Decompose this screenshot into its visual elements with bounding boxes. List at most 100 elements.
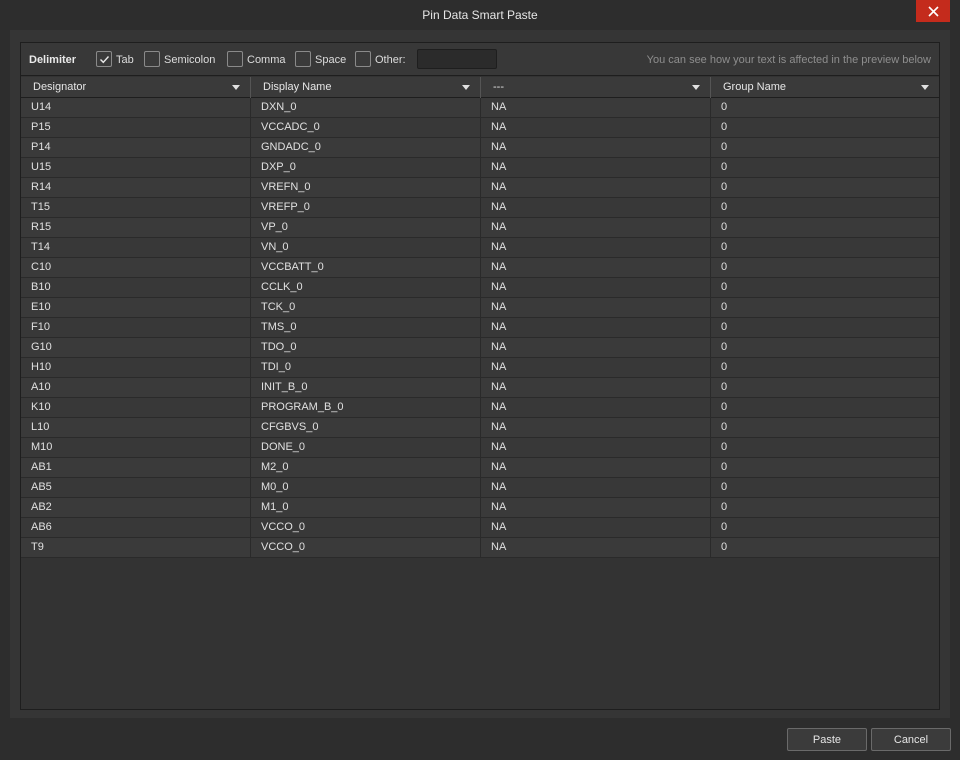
cancel-button[interactable]: Cancel — [871, 728, 951, 751]
table-row[interactable]: H10 TDI_0 NA 0 — [21, 358, 939, 378]
table-row[interactable]: L10 CFGBVS_0 NA 0 — [21, 418, 939, 438]
column-header-unassigned[interactable]: --- — [481, 77, 711, 98]
table-cell: C10 — [21, 258, 251, 278]
table-row[interactable]: T14 VN_0 NA 0 — [21, 238, 939, 258]
table-cell: DXP_0 — [251, 158, 481, 178]
checkbox-other[interactable] — [355, 51, 371, 67]
table-row[interactable]: P14 GNDADC_0 NA 0 — [21, 138, 939, 158]
table-cell: 0 — [721, 401, 728, 413]
checkbox-semicolon[interactable] — [144, 51, 160, 67]
table-cell: U15 — [21, 158, 251, 178]
table-cell: NA — [481, 358, 711, 378]
table-cell: F10 — [21, 318, 251, 338]
close-button[interactable] — [916, 0, 950, 22]
table-cell: INIT_B_0 — [251, 378, 481, 398]
table-cell: PROGRAM_B_0 — [251, 398, 481, 418]
table-cell: VP_0 — [251, 218, 481, 238]
checkbox-comma[interactable] — [227, 51, 243, 67]
paste-button[interactable]: Paste — [787, 728, 867, 751]
table-row[interactable]: R14 VREFN_0 NA 0 — [21, 178, 939, 198]
table-cell: 0 — [721, 501, 728, 513]
table-cell: 0 — [721, 141, 728, 153]
table-row[interactable]: K10 PROGRAM_B_0 NA 0 — [21, 398, 939, 418]
table-row[interactable]: G10 TDO_0 NA 0 — [21, 338, 939, 358]
table-row[interactable]: B10 CCLK_0 NA 0 — [21, 278, 939, 298]
table-cell: 0 — [721, 541, 728, 553]
table-cell: H10 — [21, 358, 251, 378]
table-cell: A10 — [21, 378, 251, 398]
table-row[interactable]: E10 TCK_0 NA 0 — [21, 298, 939, 318]
grid-body: U14 DXN_0 NA 0 P15 VCCADC_0 NA 0 P14 GNDADC_0 NA 0 U… — [21, 98, 939, 558]
table-cell: B10 — [21, 278, 251, 298]
table-cell: M1_0 — [251, 498, 481, 518]
table-cell: AB2 — [21, 498, 251, 518]
table-cell: T14 — [21, 238, 251, 258]
table-cell: NA — [481, 318, 711, 338]
table-cell: P14 — [21, 138, 251, 158]
table-row[interactable]: U14 DXN_0 NA 0 — [21, 98, 939, 118]
table-cell: 0 — [721, 481, 728, 493]
table-cell: 0 — [721, 461, 728, 473]
table-cell: NA — [481, 258, 711, 278]
column-header-display-name[interactable]: Display Name — [251, 77, 481, 98]
table-cell: VCCBATT_0 — [251, 258, 481, 278]
checkbox-comma-label: Comma — [247, 54, 286, 66]
table-cell: G10 — [21, 338, 251, 358]
table-row[interactable]: U15 DXP_0 NA 0 — [21, 158, 939, 178]
table-cell: NA — [481, 158, 711, 178]
table-row[interactable]: C10 VCCBATT_0 NA 0 — [21, 258, 939, 278]
table-cell: 0 — [721, 281, 728, 293]
table-cell: TDI_0 — [251, 358, 481, 378]
table-row[interactable]: AB2 M1_0 NA 0 — [21, 498, 939, 518]
checkbox-tab[interactable] — [96, 51, 112, 67]
table-cell: NA — [481, 98, 711, 118]
table-row[interactable]: R15 VP_0 NA 0 — [21, 218, 939, 238]
table-cell: 0 — [721, 341, 728, 353]
delimiter-bar: Delimiter Tab Semicolon Comma Space Othe… — [21, 43, 939, 76]
other-delimiter-input[interactable] — [417, 49, 497, 69]
table-cell: NA — [481, 438, 711, 458]
table-row[interactable]: P15 VCCADC_0 NA 0 — [21, 118, 939, 138]
table-row[interactable]: AB5 M0_0 NA 0 — [21, 478, 939, 498]
table-row[interactable]: T15 VREFP_0 NA 0 — [21, 198, 939, 218]
table-row[interactable]: AB1 M2_0 NA 0 — [21, 458, 939, 478]
table-row[interactable]: M10 DONE_0 NA 0 — [21, 438, 939, 458]
chevron-down-icon[interactable] — [232, 85, 240, 90]
table-row[interactable]: A10 INIT_B_0 NA 0 — [21, 378, 939, 398]
table-cell: NA — [481, 218, 711, 238]
checkbox-space-label: Space — [315, 54, 347, 66]
table-cell: CFGBVS_0 — [251, 418, 481, 438]
column-header-designator[interactable]: Designator — [21, 77, 251, 98]
checkbox-tab-label: Tab — [116, 54, 134, 66]
table-cell: P15 — [21, 118, 251, 138]
table-cell: 0 — [721, 181, 728, 193]
table-cell: K10 — [21, 398, 251, 418]
table-cell: E10 — [21, 298, 251, 318]
column-header-label: Display Name — [263, 81, 332, 93]
table-cell: NA — [481, 498, 711, 518]
table-cell: NA — [481, 518, 711, 538]
checkbox-space[interactable] — [295, 51, 311, 67]
table-cell: 0 — [721, 101, 728, 113]
chevron-down-icon[interactable] — [462, 85, 470, 90]
title-bar: Pin Data Smart Paste — [0, 0, 960, 30]
window-title: Pin Data Smart Paste — [422, 8, 538, 22]
table-cell: 0 — [721, 221, 728, 233]
preview-grid: Designator Display Name --- Group Name U… — [21, 77, 939, 558]
table-row[interactable]: AB6 VCCO_0 NA 0 — [21, 518, 939, 538]
table-cell: M0_0 — [251, 478, 481, 498]
table-cell: 0 — [721, 521, 728, 533]
chevron-down-icon[interactable] — [921, 85, 929, 90]
chevron-down-icon[interactable] — [692, 85, 700, 90]
table-cell: GNDADC_0 — [251, 138, 481, 158]
column-header-group-name[interactable]: Group Name — [711, 77, 939, 98]
preview-panel: Delimiter Tab Semicolon Comma Space Othe… — [20, 42, 940, 710]
table-cell: 0 — [721, 161, 728, 173]
table-cell: 0 — [721, 261, 728, 273]
table-cell: NA — [481, 178, 711, 198]
table-cell: T15 — [21, 198, 251, 218]
table-cell: TCK_0 — [251, 298, 481, 318]
table-row[interactable]: F10 TMS_0 NA 0 — [21, 318, 939, 338]
table-cell: VCCO_0 — [251, 538, 481, 558]
table-row[interactable]: T9 VCCO_0 NA 0 — [21, 538, 939, 558]
